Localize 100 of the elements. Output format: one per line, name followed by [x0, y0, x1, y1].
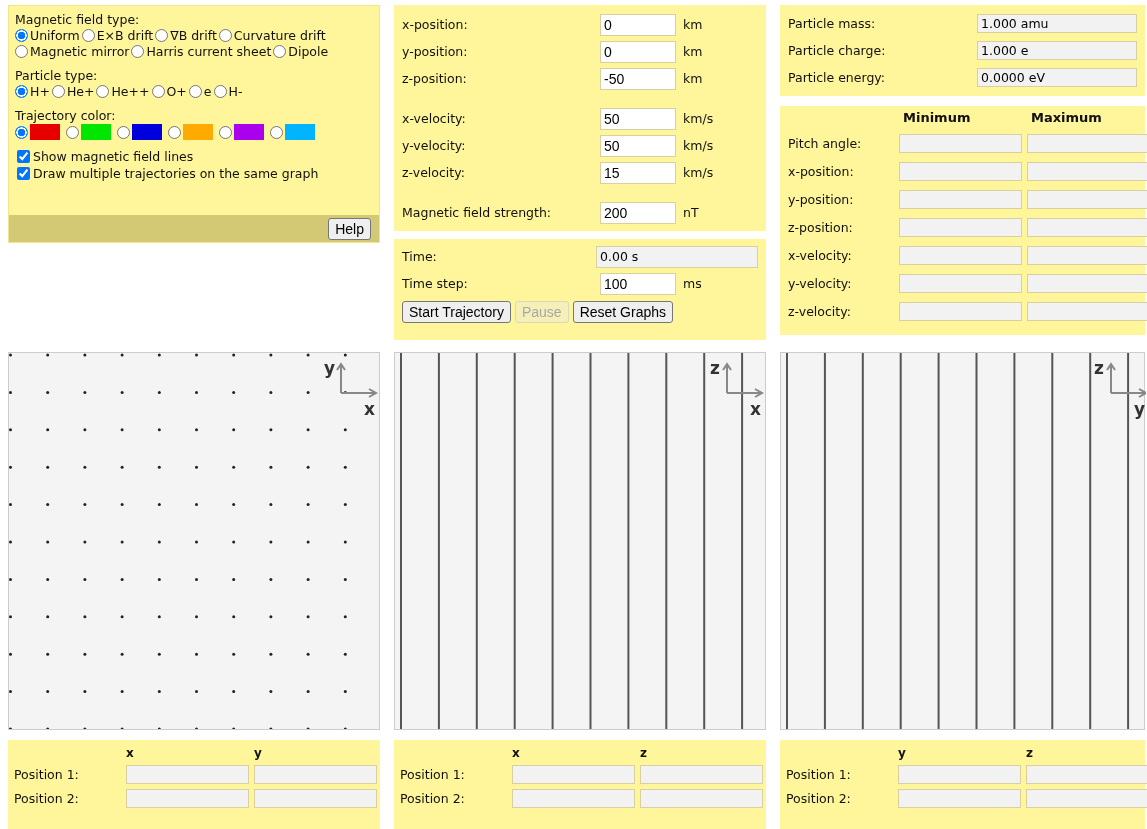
radio-button[interactable]	[131, 45, 145, 58]
readout-field[interactable]	[899, 218, 1022, 237]
readout-field[interactable]	[254, 789, 377, 808]
radio-button[interactable]	[66, 125, 79, 139]
option-label[interactable]: E×B drift	[96, 28, 154, 43]
unit-label: km	[683, 44, 703, 59]
readout-field[interactable]	[640, 789, 763, 808]
field-label: y-position:	[402, 44, 469, 59]
axis-label: y	[1134, 399, 1146, 419]
row-label: Position 2:	[786, 791, 852, 806]
axes-icon	[336, 362, 378, 398]
input-field[interactable]: 50	[600, 107, 676, 130]
readout-field[interactable]	[1027, 274, 1147, 293]
row-label: Position 2:	[400, 791, 466, 806]
input-field[interactable]: 0	[600, 13, 676, 36]
input-field[interactable]: -50	[600, 67, 676, 90]
option-label[interactable]: H+	[30, 84, 50, 99]
readout-field[interactable]	[899, 190, 1022, 209]
field-label: Time step:	[402, 276, 469, 291]
readout-field[interactable]	[1026, 789, 1147, 808]
radio-button[interactable]	[117, 125, 130, 139]
readout-field[interactable]: 0.00 s	[596, 245, 758, 268]
help-button[interactable]: Help	[328, 217, 371, 240]
row-label: y-velocity:	[788, 276, 853, 291]
radio-button[interactable]	[15, 85, 28, 98]
action-button[interactable]: Start Trajectory	[402, 301, 511, 323]
row-label: z-velocity:	[788, 304, 852, 319]
action-button[interactable]: Reset Graphs	[572, 301, 673, 323]
field-label: z-position:	[402, 71, 468, 86]
readout-field[interactable]	[1027, 190, 1147, 209]
option-label[interactable]: He+	[66, 84, 95, 99]
readout-field[interactable]: 1.000 e	[977, 41, 1137, 60]
radio-button[interactable]	[15, 125, 28, 139]
radio-button[interactable]	[218, 29, 232, 42]
readout-field[interactable]	[899, 302, 1022, 321]
option-label[interactable]: He++	[111, 84, 150, 99]
field-label: Particle mass:	[788, 16, 877, 31]
checkbox-label[interactable]: Draw multiple trajectories on the same graph	[33, 166, 319, 181]
checkbox-label[interactable]: Show magnetic field lines	[33, 149, 194, 164]
radio-button[interactable]	[15, 45, 28, 58]
option-label[interactable]: Curvature drift	[233, 28, 326, 43]
readout-field[interactable]	[1026, 765, 1147, 784]
readout-field[interactable]: 0.0000 eV	[977, 68, 1137, 87]
radio-button[interactable]	[219, 125, 232, 139]
readout-field[interactable]	[899, 162, 1022, 181]
readout-field[interactable]	[1027, 134, 1147, 153]
column-header: y	[254, 746, 263, 760]
option-label[interactable]: ∇B drift	[170, 28, 217, 43]
readout-field[interactable]	[1027, 218, 1147, 237]
readout-field[interactable]	[1027, 162, 1147, 181]
option-label[interactable]: Dipole	[288, 44, 329, 59]
input-field[interactable]: 0	[600, 40, 676, 63]
readout-field[interactable]	[899, 274, 1022, 293]
field-label: y-velocity:	[402, 138, 467, 153]
column-header: z	[640, 746, 648, 760]
readout-field[interactable]	[126, 765, 249, 784]
readout-field[interactable]	[1027, 302, 1147, 321]
readout-field[interactable]	[1027, 246, 1147, 265]
axes-icon	[1106, 362, 1146, 398]
option-label[interactable]: e	[203, 84, 212, 99]
row-label: Position 2:	[14, 791, 80, 806]
row-label: z-position:	[788, 220, 854, 235]
option-label[interactable]: H-	[228, 84, 243, 99]
radio-button[interactable]	[188, 85, 202, 98]
radio-button[interactable]	[151, 85, 165, 98]
radio-button[interactable]	[96, 85, 110, 98]
option-label[interactable]: Magnetic mirror	[30, 44, 130, 59]
unit-label: nT	[683, 205, 699, 220]
radio-button[interactable]	[168, 125, 181, 139]
readout-field[interactable]	[899, 134, 1022, 153]
unit-label: km	[683, 71, 703, 86]
checkbox[interactable]	[17, 167, 30, 180]
readout-field[interactable]	[512, 765, 635, 784]
row-label: Position 1:	[400, 767, 466, 782]
radio-button[interactable]	[213, 85, 227, 98]
option-label[interactable]: Uniform	[30, 28, 80, 43]
checkbox[interactable]	[17, 150, 30, 163]
radio-button[interactable]	[270, 125, 283, 139]
readout-field[interactable]	[898, 789, 1021, 808]
unit-label: km/s	[683, 165, 714, 180]
readout-field[interactable]	[640, 765, 763, 784]
option-label[interactable]: Harris current sheet	[146, 44, 272, 59]
readout-field[interactable]: 1.000 amu	[977, 14, 1137, 33]
readout-field[interactable]	[254, 765, 377, 784]
readout-field[interactable]	[512, 789, 635, 808]
radio-button[interactable]	[81, 29, 95, 42]
radio-button[interactable]	[51, 85, 65, 98]
readout-field[interactable]	[899, 246, 1022, 265]
readout-field[interactable]	[126, 789, 249, 808]
field-label: Time:	[402, 249, 438, 264]
input-field[interactable]: 15	[600, 161, 676, 184]
input-field[interactable]: 50	[600, 134, 676, 157]
axis-label: z	[1094, 358, 1104, 378]
input-field[interactable]: 200	[600, 201, 676, 224]
readout-field[interactable]	[898, 765, 1021, 784]
radio-button[interactable]	[155, 29, 169, 42]
radio-button[interactable]	[15, 29, 28, 42]
radio-button[interactable]	[273, 45, 287, 58]
input-field[interactable]: 100	[600, 272, 676, 295]
option-label[interactable]: O+	[166, 84, 187, 99]
